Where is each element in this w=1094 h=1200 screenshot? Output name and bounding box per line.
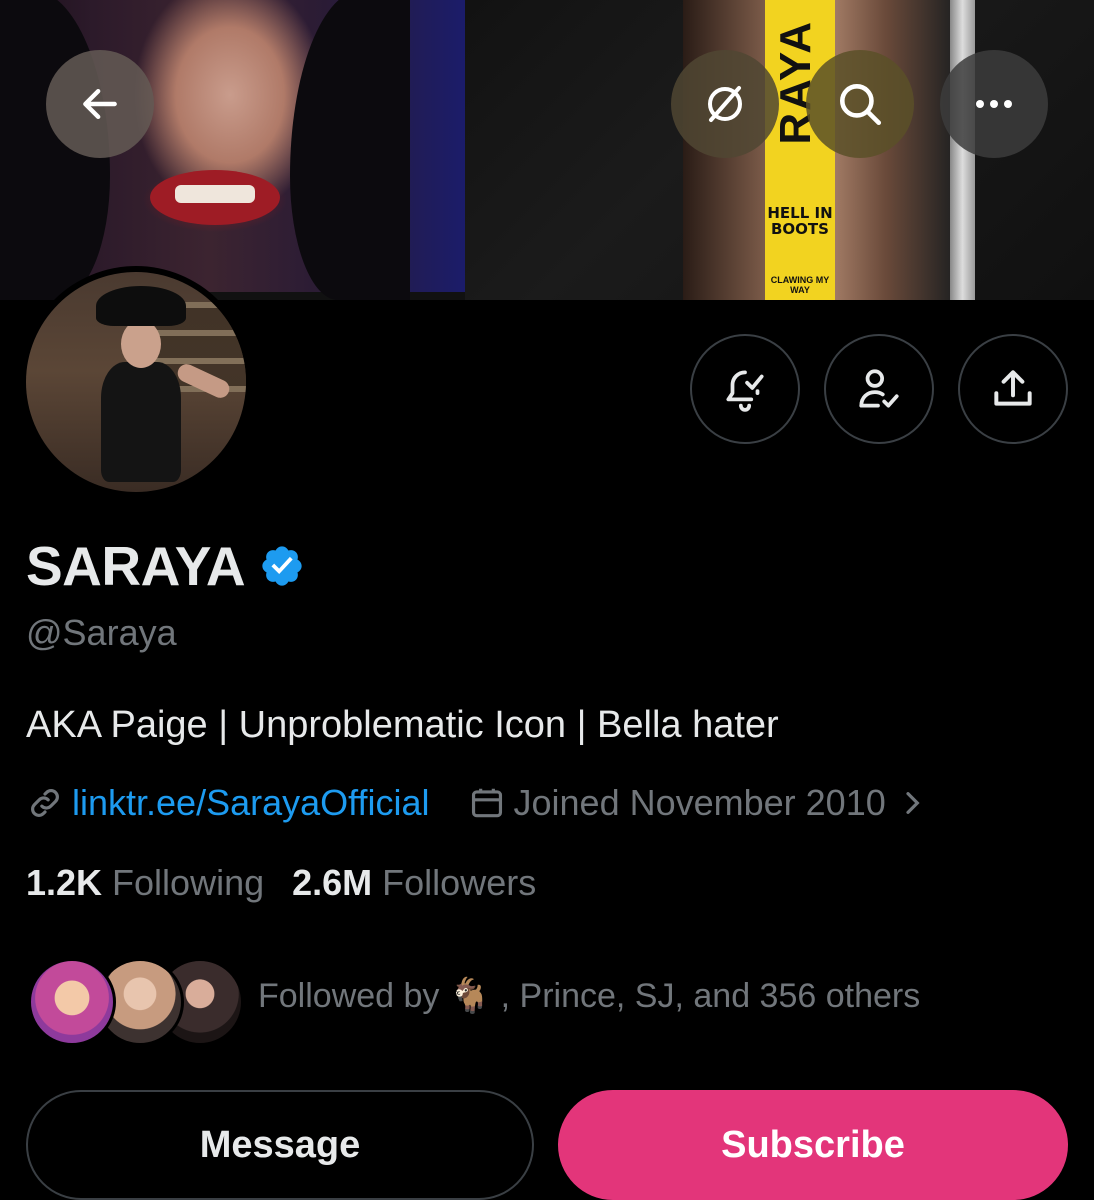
link-icon [31,789,59,817]
followers-label[interactable]: Followers [382,862,536,904]
share-icon [994,370,1032,406]
book-subtitle: CLAWING MY WAY [770,275,830,295]
search-button[interactable] [806,50,914,158]
following-button[interactable] [824,334,934,444]
search-icon [840,84,882,126]
grok-icon [708,86,742,122]
name-row: SARAYA [26,534,305,598]
message-button[interactable]: Message [26,1090,534,1200]
back-button[interactable] [46,50,154,158]
user-check-icon [859,369,899,408]
joined-date[interactable]: Joined November 2010 [514,782,886,824]
share-button[interactable] [958,334,1068,444]
user-handle: @Saraya [26,612,177,653]
verified-badge-icon[interactable] [259,543,305,589]
profile-banner[interactable]: RAYA HELL IN BOOTS CLAWING MY WAY [0,0,1094,300]
bio: AKA Paige | Unproblematic Icon | Bella h… [26,704,779,746]
following-count[interactable]: 1.2K [26,862,102,904]
avatar-image [26,272,246,492]
arrow-left-icon [83,88,117,120]
profile-meta: linktr.ee/SarayaOfficial Joined November… [26,782,928,824]
followers-count[interactable]: 2.6M [292,862,372,904]
profile-link[interactable]: linktr.ee/SarayaOfficial [72,782,430,824]
display-name: SARAYA [26,535,246,597]
followed-by-text[interactable]: Followed by 🐐 , Prince, SJ, and 356 othe… [258,976,920,1016]
grok-button[interactable] [671,50,779,158]
following-label[interactable]: Following [112,862,264,904]
follow-stats: 1.2K Following 2.6M Followers [26,862,536,904]
calendar-icon [471,788,502,818]
followed-by-avatars[interactable] [28,958,244,1048]
bell-check-icon [726,370,764,412]
notifications-button[interactable] [690,334,800,444]
avatar [28,958,116,1046]
book-title-strip: RAYA HELL IN BOOTS CLAWING MY WAY [765,0,835,300]
profile-avatar[interactable] [20,266,252,498]
subscribe-button[interactable]: Subscribe [558,1090,1068,1200]
chevron-right-icon[interactable] [896,787,928,819]
more-icon [976,100,1012,108]
book-title: HELL IN BOOTS [767,204,833,238]
more-options-button[interactable] [940,50,1048,158]
